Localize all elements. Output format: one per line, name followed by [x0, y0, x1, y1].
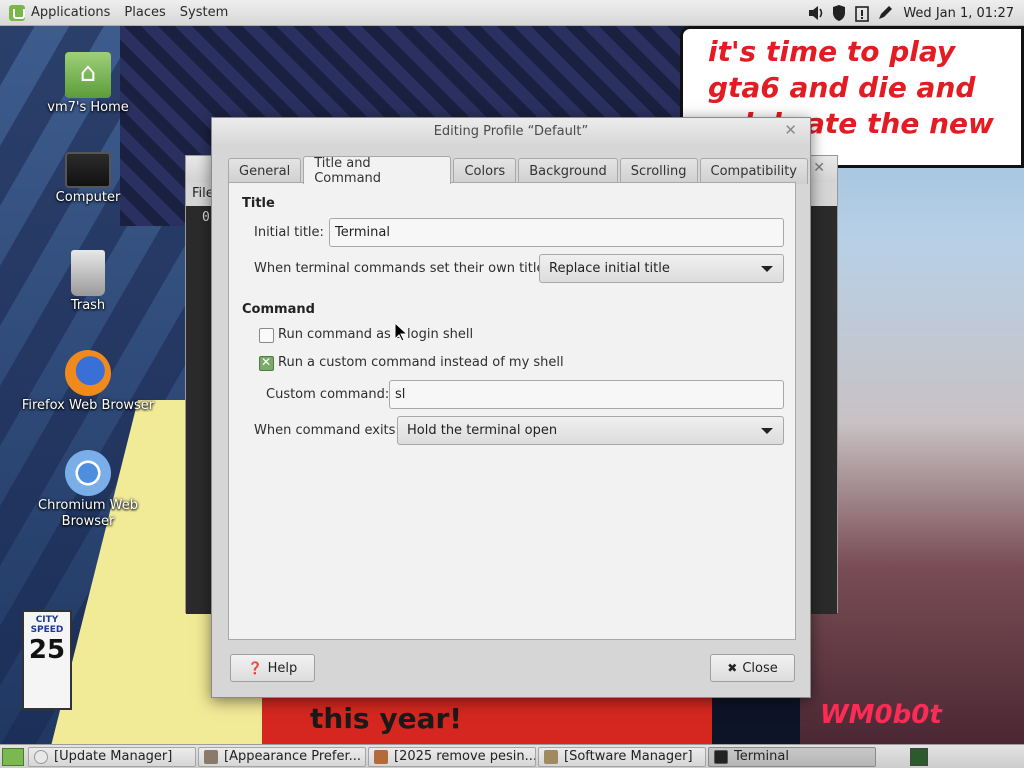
task-appearance-preferences[interactable]: [Appearance Prefer...	[198, 746, 366, 767]
top-panel: Applications Places System Wed Jan 1, 01…	[0, 0, 1024, 26]
speed-sign-top: CITY SPEED	[30, 615, 64, 635]
desktop-icon-label: Computer	[55, 190, 121, 205]
on-exit-combo[interactable]: Hold the terminal open	[397, 416, 784, 445]
task-label: [2025 remove pesin...	[394, 749, 536, 764]
close-button-label: Close	[742, 660, 778, 676]
tab-background[interactable]: Background	[518, 158, 618, 184]
initial-title-label: Initial title:	[254, 225, 324, 240]
custom-command-label: Custom command:	[266, 387, 390, 402]
image-viewer-icon	[374, 749, 388, 764]
home-folder-icon	[65, 52, 111, 98]
trash-icon	[71, 250, 105, 296]
dialog-title: Editing Profile “Default”	[433, 123, 589, 139]
show-desktop-icon[interactable]	[2, 747, 24, 766]
volume-icon[interactable]	[806, 4, 826, 22]
desktop-icon-label: Firefox Web Browser	[21, 398, 155, 413]
on-exit-label: When command exits:	[254, 423, 400, 438]
tab-bar: General Title and Command Colors Backgro…	[228, 156, 810, 186]
help-button[interactable]: ❓ Help	[230, 654, 315, 682]
editing-profile-dialog: Editing Profile “Default” ✕ General Titl…	[211, 117, 811, 698]
desktop-icon-label: Trash	[70, 298, 106, 313]
custom-command-input[interactable]: sl	[389, 380, 784, 409]
desktop-icon-home[interactable]: vm7's Home	[18, 52, 158, 116]
shield-icon[interactable]	[829, 4, 849, 22]
tab-general[interactable]: General	[228, 158, 302, 184]
desktop-icon-label: vm7's Home	[47, 100, 129, 115]
close-icon: ✖	[727, 661, 738, 675]
watermark-text: WM0b0t	[820, 700, 942, 730]
help-icon: ❓	[247, 661, 263, 675]
desktop-icon-firefox[interactable]: Firefox Web Browser	[18, 350, 158, 414]
menu-applications[interactable]: Applications	[31, 5, 110, 20]
dynamic-title-value: Replace initial title	[549, 261, 670, 276]
close-button[interactable]: ✖ Close	[710, 654, 795, 682]
desktop-icon-trash[interactable]: Trash	[18, 250, 158, 314]
clipboard-alert-icon[interactable]	[852, 4, 872, 22]
initial-title-input[interactable]: Terminal	[329, 218, 784, 247]
update-manager-icon	[34, 749, 48, 764]
tab-colors[interactable]: Colors	[453, 158, 517, 184]
menu-places[interactable]: Places	[124, 5, 165, 20]
workspace-switcher[interactable]	[910, 748, 928, 766]
firefox-icon	[65, 350, 111, 396]
task-image-viewer[interactable]: [2025 remove pesin...	[368, 746, 536, 767]
tab-compatibility[interactable]: Compatibility	[699, 158, 808, 184]
speed-sign: CITY SPEED 25	[22, 610, 72, 710]
appearance-icon	[204, 749, 218, 764]
close-icon[interactable]: ✕	[813, 160, 825, 176]
task-label: Terminal	[734, 749, 789, 764]
speed-sign-number: 25	[28, 635, 66, 665]
custom-command-check-label[interactable]: Run a custom command instead of my shell	[278, 355, 564, 370]
task-update-manager[interactable]: [Update Manager]	[28, 746, 196, 767]
dynamic-title-label: When terminal commands set their own tit…	[254, 261, 556, 276]
menu-system[interactable]: System	[180, 5, 228, 20]
background-terminal-scrollbar[interactable]	[811, 206, 837, 614]
chromium-icon	[65, 450, 111, 496]
command-section-heading: Command	[242, 302, 315, 317]
task-label: [Appearance Prefer...	[224, 749, 362, 764]
chevron-down-icon	[761, 428, 773, 434]
login-shell-checkbox[interactable]	[259, 328, 274, 343]
tab-panel: Title Initial title: Terminal When termi…	[228, 182, 796, 640]
dynamic-title-combo[interactable]: Replace initial title	[539, 254, 784, 283]
close-icon[interactable]: ✕	[784, 122, 797, 138]
desktop-icon-computer[interactable]: Computer	[18, 146, 158, 206]
dialog-titlebar[interactable]: Editing Profile “Default” ✕	[212, 118, 810, 144]
task-software-manager[interactable]: [Software Manager]	[538, 746, 706, 767]
system-tray: Wed Jan 1, 01:27	[803, 0, 1024, 26]
on-exit-value: Hold the terminal open	[407, 423, 558, 438]
pen-icon[interactable]	[875, 4, 895, 22]
mouse-cursor-icon	[394, 322, 408, 342]
bottom-taskbar: [Update Manager] [Appearance Prefer... […	[0, 744, 1024, 768]
clock[interactable]: Wed Jan 1, 01:27	[903, 6, 1014, 21]
task-label: [Update Manager]	[54, 749, 173, 764]
desktop-icon-chromium[interactable]: Chromium Web Browser	[18, 450, 158, 530]
help-button-label: Help	[267, 660, 298, 676]
computer-icon	[65, 152, 111, 188]
tab-title-and-command[interactable]: Title and Command	[303, 156, 452, 186]
tab-scrolling[interactable]: Scrolling	[619, 158, 698, 184]
software-manager-icon	[544, 749, 558, 764]
banner-text: this year!	[310, 702, 463, 735]
custom-command-checkbox[interactable]	[259, 355, 274, 371]
login-shell-label[interactable]: Run command as a login shell	[278, 327, 473, 342]
task-label: [Software Manager]	[564, 749, 693, 764]
terminal-icon	[714, 749, 728, 764]
mint-menu-icon[interactable]	[9, 4, 25, 21]
chevron-down-icon	[761, 266, 773, 272]
desktop-icon-label: Chromium Web Browser	[38, 498, 138, 529]
task-terminal[interactable]: Terminal	[708, 746, 876, 767]
title-section-heading: Title	[242, 196, 275, 211]
